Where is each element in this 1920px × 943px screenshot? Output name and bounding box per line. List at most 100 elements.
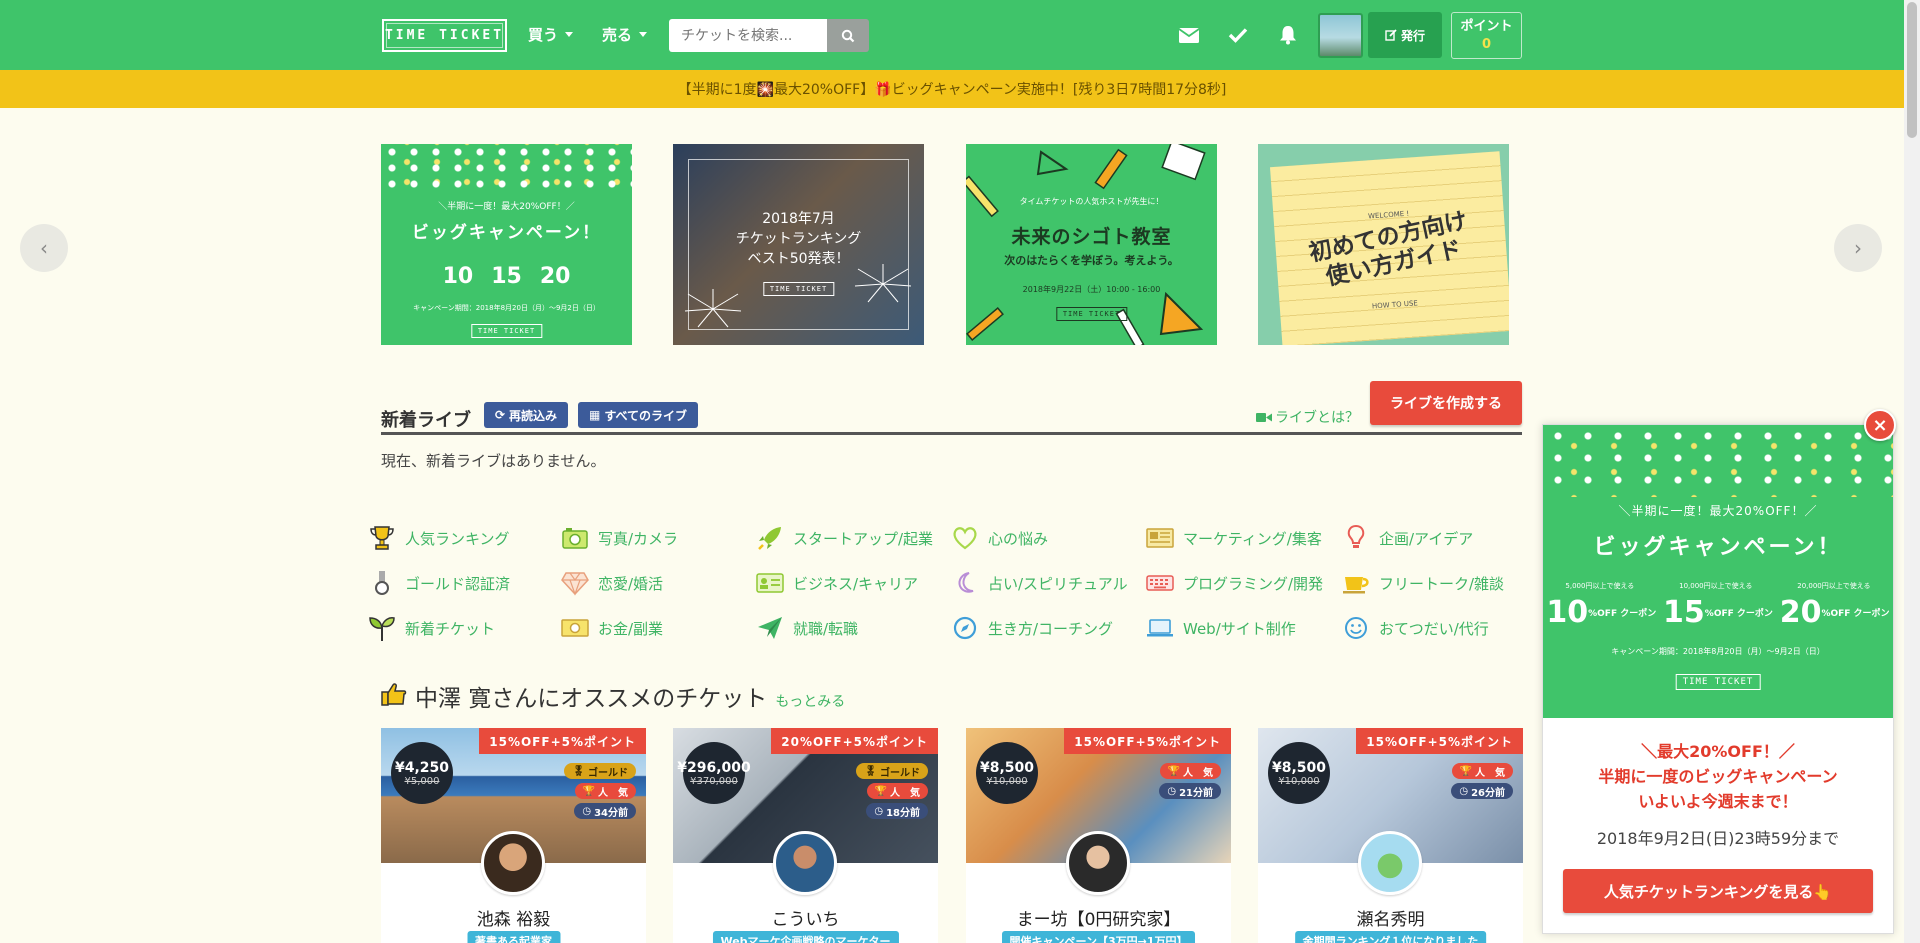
popup-logo: TIME TICKET bbox=[1675, 674, 1761, 690]
buy-dropdown[interactable]: 買う bbox=[528, 24, 574, 45]
category-link[interactable]: フリートーク/雑談 bbox=[1341, 568, 1504, 598]
category-link[interactable]: 占い/スピリチュアル bbox=[950, 568, 1128, 598]
mail-button[interactable] bbox=[1176, 22, 1202, 48]
category-link[interactable]: おてつだい/代行 bbox=[1341, 613, 1489, 643]
category-link[interactable]: 生き方/コーチング bbox=[950, 613, 1113, 643]
category-link[interactable]: 写真/カメラ bbox=[560, 523, 678, 553]
sell-label: 売る bbox=[602, 26, 633, 44]
check-button[interactable] bbox=[1225, 22, 1251, 48]
notification-button[interactable] bbox=[1275, 22, 1301, 48]
popup-headline-3: いよいよ今週末まで！ bbox=[1638, 792, 1798, 811]
chevron-right-icon: › bbox=[1854, 236, 1862, 260]
category-label: 企画/アイデア bbox=[1379, 529, 1474, 548]
host-avatar[interactable] bbox=[1066, 831, 1130, 895]
thumbs-up-icon bbox=[381, 683, 407, 706]
create-live-button[interactable]: ライブを作成する bbox=[1370, 381, 1522, 425]
category-link[interactable]: スタートアップ/起業 bbox=[755, 523, 933, 553]
banner-howto-guide[interactable]: WELCOME ! 初めての方向け 使い方ガイド HOW TO USE bbox=[1258, 144, 1509, 345]
category-link[interactable]: 人気ランキング bbox=[367, 523, 510, 553]
category-label: フリートーク/雑談 bbox=[1379, 574, 1505, 593]
reload-button[interactable]: ⟳ 再読込み bbox=[484, 402, 568, 428]
price-badge: ¥8,500 ¥10,000 bbox=[1268, 742, 1330, 804]
rocket-icon bbox=[755, 523, 785, 553]
ticket-card[interactable]: 15%OFF+5%ポイント ¥8,500 ¥10,000 🏆 人 気 ◷ 26分前 瀬名秀明金… bbox=[1258, 728, 1523, 943]
popup-period: キャンペーン期間：2018年8月20日（月）〜9月2日（日） bbox=[1611, 647, 1825, 656]
coupon-10: 10 bbox=[442, 264, 474, 289]
banner-future-work[interactable]: タイムチケットの人気ホストが先生に！ 未来のシゴト教室 次のはたらくを学ぼう。考… bbox=[966, 144, 1217, 345]
recommend-title: 中澤 寛さんにオススメのチケット bbox=[415, 686, 768, 712]
scrollbar-thumb[interactable] bbox=[1907, 2, 1917, 138]
category-link[interactable]: ビジネス/キャリア bbox=[755, 568, 918, 598]
issue-ticket-button[interactable]: 発行 bbox=[1368, 12, 1442, 58]
category-link[interactable]: 企画/アイデア bbox=[1341, 523, 1473, 553]
price-current: ¥4,250 bbox=[394, 759, 450, 776]
host-avatar[interactable] bbox=[481, 831, 545, 895]
coupon-off-label: %OFF クーポン bbox=[1821, 608, 1890, 619]
category-label: 新着チケット bbox=[405, 619, 496, 638]
ranking-button[interactable]: 人気チケットランキングを見る👆 bbox=[1563, 869, 1873, 913]
coupon-condition-20: 20,000円以上で使える bbox=[1797, 582, 1871, 590]
banner-big-campaign[interactable]: ＼半期に一度！最大20%OFF！／ ビッグキャンペーン！ 10 15 20 キャ… bbox=[381, 144, 632, 345]
discount-ribbon: 15%OFF+5%ポイント bbox=[1356, 728, 1523, 754]
medal-icon: 🎖 bbox=[864, 765, 877, 777]
category-link[interactable]: 就職/転職 bbox=[755, 613, 858, 643]
banner-logo: TIME TICKET bbox=[470, 324, 543, 338]
ticket-card[interactable]: 15%OFF+5%ポイント ¥8,500 ¥10,000 🏆 人 気 ◷ 21分前 まー坊【0… bbox=[966, 728, 1231, 943]
host-name[interactable]: 瀬名秀明 bbox=[1258, 905, 1523, 930]
ticket-card[interactable]: 15%OFF+5%ポイント ¥4,250 ¥5,000 🎖 ゴールド 🏆 人 気 ◷ 34分前池… bbox=[381, 728, 646, 943]
trophy-icon: 🏆 bbox=[1459, 765, 1472, 777]
popular-badge-label: 人 気 bbox=[1475, 767, 1505, 779]
host-avatar[interactable] bbox=[773, 831, 837, 895]
carousel-next-button[interactable]: › bbox=[1834, 224, 1882, 272]
host-name[interactable]: 池森 裕毅 bbox=[381, 905, 646, 930]
category-link[interactable]: お金/副業 bbox=[560, 613, 663, 643]
lightbulb-icon bbox=[1341, 523, 1371, 553]
campaign-bar[interactable]: 【半期に1度🎇最大20%OFF】🎁ビッグキャンペーン実施中！[残り3日7時間17… bbox=[0, 70, 1904, 108]
search-button[interactable] bbox=[827, 19, 869, 52]
carousel-prev-button[interactable]: ‹ bbox=[20, 224, 68, 272]
banner-title: ビッグキャンペーン！ bbox=[411, 223, 602, 243]
user-avatar[interactable] bbox=[1318, 13, 1363, 58]
live-about-link[interactable]: ライブとは？ bbox=[1256, 407, 1359, 427]
host-name[interactable]: こういち bbox=[673, 905, 938, 930]
time-badge: ◷ 26分前 bbox=[1451, 783, 1513, 799]
camera-icon bbox=[560, 523, 590, 553]
category-link[interactable]: 新着チケット bbox=[367, 613, 495, 643]
category-link[interactable]: Web/サイト制作 bbox=[1145, 613, 1296, 643]
recommend-more-link[interactable]: もっとみる bbox=[775, 691, 845, 711]
category-label: お金/副業 bbox=[598, 619, 664, 638]
host-avatar[interactable] bbox=[1358, 831, 1422, 895]
category-link[interactable]: 恋愛/婚活 bbox=[560, 568, 663, 598]
logo-text: TIME TICKET bbox=[384, 28, 505, 43]
sell-dropdown[interactable]: 売る bbox=[602, 24, 648, 45]
bell-icon bbox=[1280, 26, 1296, 45]
video-camera-icon bbox=[1256, 412, 1272, 422]
popup-banner-subtitle: ＼半期に一度！最大20%OFF！／ bbox=[1618, 504, 1818, 518]
popup-banner[interactable]: ＼半期に一度！最大20%OFF！／ ビッグキャンペーン！ 5,000円以上で使え… bbox=[1543, 425, 1893, 718]
time-badge-label: 21分前 bbox=[1179, 787, 1213, 799]
sparkler-icon bbox=[854, 264, 912, 303]
category-link[interactable]: 心の悩み bbox=[950, 523, 1048, 553]
clock-icon: ◷ bbox=[1459, 785, 1469, 797]
all-lives-button[interactable]: ▦ すべてのライブ bbox=[578, 402, 698, 428]
popular-badge-label: 人 気 bbox=[1183, 767, 1213, 779]
logo[interactable]: TIME TICKET bbox=[382, 19, 507, 52]
ticket-card[interactable]: 20%OFF+5%ポイント ¥296,000 ¥370,000 🎖 ゴールド 🏆 人 気 ◷ 1… bbox=[673, 728, 938, 943]
popup-close-button[interactable]: × bbox=[1864, 409, 1896, 441]
points-box[interactable]: ポイント 0 bbox=[1451, 12, 1522, 59]
category-link[interactable]: ゴールド認証済 bbox=[367, 568, 510, 598]
category-link[interactable]: プログラミング/開発 bbox=[1145, 568, 1323, 598]
coupon-20: 20 bbox=[539, 264, 571, 289]
banner-period: キャンペーン期間：2018年8月20日（月）〜9月2日（日） bbox=[413, 304, 600, 312]
host-name[interactable]: まー坊【0円研究家】 bbox=[966, 905, 1231, 930]
search-input[interactable] bbox=[669, 19, 827, 52]
banner-ranking[interactable]: 2018年7月 チケットランキング ベスト50発表！ TIME TICKET bbox=[673, 144, 924, 345]
category-label: 生き方/コーチング bbox=[988, 619, 1114, 638]
banner-ranking-text: 2018年7月 チケットランキング ベスト50発表！ bbox=[673, 209, 924, 269]
keyboard-icon bbox=[1145, 568, 1175, 598]
campaign-popup: ＼半期に一度！最大20%OFF！／ ビッグキャンペーン！ 5,000円以上で使え… bbox=[1542, 424, 1894, 934]
live-divider bbox=[381, 432, 1522, 435]
category-link[interactable]: マーケティング/集客 bbox=[1145, 523, 1322, 553]
price-original: ¥10,000 bbox=[986, 775, 1028, 787]
page-scrollbar[interactable] bbox=[1904, 0, 1920, 943]
